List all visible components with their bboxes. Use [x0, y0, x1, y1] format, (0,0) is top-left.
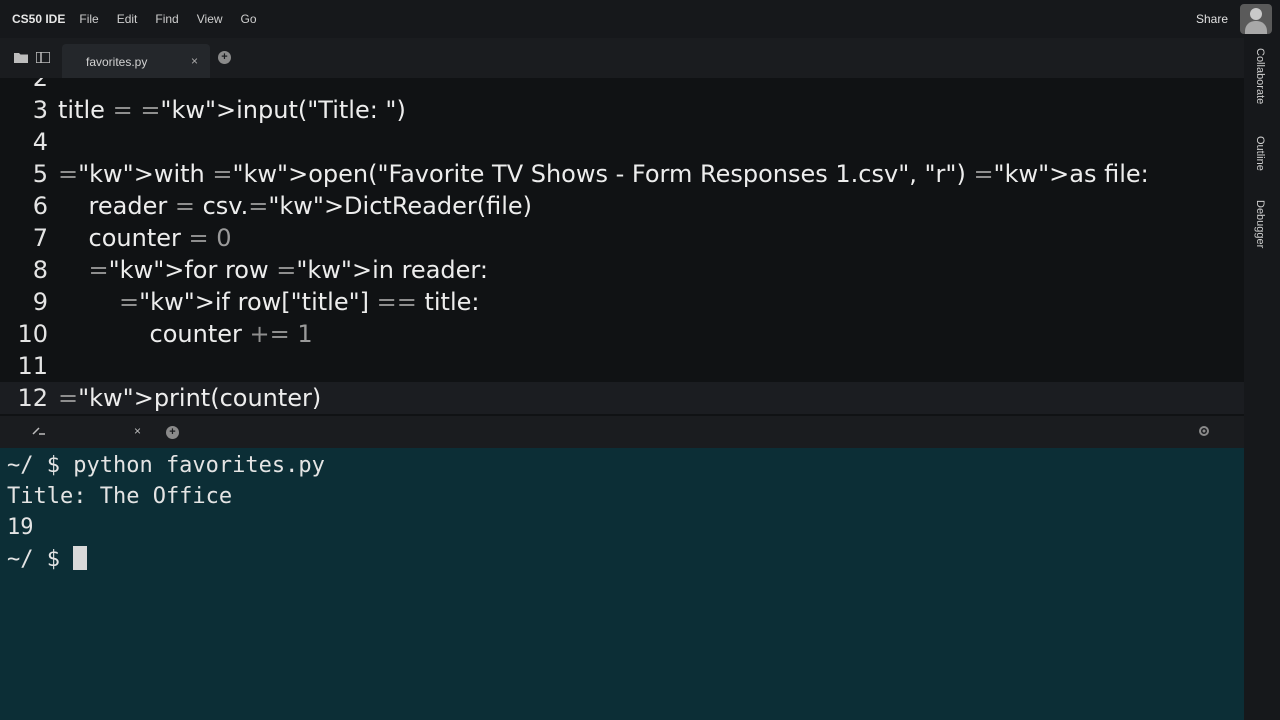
app-brand[interactable]: CS50 IDE [12, 12, 65, 26]
code-text: ="kw">print(counter) [58, 384, 322, 412]
panel-collaborate[interactable]: Collaborate [1254, 48, 1266, 104]
new-terminal-icon[interactable]: + [166, 426, 179, 439]
tab-label: favorites.py [86, 55, 148, 69]
code-line[interactable]: 5 ="kw">with ="kw">open("Favorite TV Show… [0, 158, 1244, 190]
close-tab-icon[interactable]: × [191, 54, 198, 68]
terminal-line: ~/ $ python favorites.py [7, 453, 325, 478]
menu-view[interactable]: View [197, 12, 223, 26]
code-text: title = ="kw">input("Title: ") [58, 96, 406, 124]
terminal-settings-icon[interactable] [1198, 425, 1210, 440]
line-number: 11 [17, 352, 48, 380]
share-button[interactable]: Share [1196, 12, 1228, 26]
line-number: 10 [17, 320, 48, 348]
menu-find[interactable]: Find [155, 12, 178, 26]
panel-outline[interactable]: Outline [1254, 136, 1266, 171]
code-text: counter += 1 [58, 320, 313, 348]
editor-tab-bar: favorites.py × + [0, 38, 1244, 78]
terminal-line: Title: The Office [7, 484, 233, 509]
avatar-head [1250, 8, 1262, 20]
terminal-tab-icon[interactable] [32, 424, 46, 438]
folder-icon[interactable] [14, 52, 28, 66]
code-line[interactable]: 11 [0, 350, 1244, 382]
code-line[interactable]: 2 [0, 78, 1244, 94]
panel-debugger[interactable]: Debugger [1254, 200, 1266, 248]
menu-file[interactable]: File [79, 12, 98, 26]
line-number: 8 [32, 256, 48, 284]
code-line[interactable]: 8 ="kw">for row ="kw">in reader: [0, 254, 1244, 286]
code-text: ="kw">if row["title"] == title: [119, 288, 480, 316]
line-number: 3 [32, 96, 48, 124]
code-line[interactable]: 7 counter = 0 [0, 222, 1244, 254]
code-line[interactable]: 3 title = ="kw">input("Title: ") [0, 94, 1244, 126]
new-tab-icon[interactable]: + [218, 51, 231, 64]
right-sidebar: Collaborate Outline Debugger [1244, 38, 1280, 720]
line-number: 9 [32, 288, 48, 316]
code-line[interactable]: 10 counter += 1 [0, 318, 1244, 350]
code-text: counter = 0 [58, 224, 232, 252]
code-text: reader = csv.="kw">DictReader(file) [58, 192, 533, 220]
line-number: 6 [32, 192, 48, 220]
code-text: ="kw">with ="kw">open("Favorite TV Shows… [58, 160, 1149, 188]
terminal-cursor [73, 546, 88, 570]
terminal[interactable]: ~/ $ python favorites.py Title: The Offi… [0, 448, 1244, 720]
line-number: 2 [32, 78, 48, 92]
file-tree-icon[interactable] [35, 51, 51, 66]
line-number: 5 [32, 160, 48, 188]
terminal-prompt: ~/ $ [7, 547, 74, 572]
line-number: 4 [32, 128, 48, 156]
tab-favorites-py[interactable]: favorites.py × [62, 44, 210, 78]
user-avatar[interactable] [1240, 4, 1272, 34]
line-number: 7 [32, 224, 48, 252]
code-editor[interactable]: 2 3 title = ="kw">input("Title: ") 4 5 ="kw">… [0, 78, 1244, 416]
menu-go[interactable]: Go [241, 12, 257, 26]
close-terminal-tab-icon[interactable]: × [134, 424, 141, 438]
terminal-line: 19 [7, 515, 34, 540]
code-line[interactable]: 6 reader = csv.="kw">DictReader(file) [0, 190, 1244, 222]
code-line[interactable]: 9 ="kw">if row["title"] == title: [0, 286, 1244, 318]
menu-bar: CS50 IDE File Edit Find View Go Share [0, 0, 1280, 38]
terminal-tab-bar: × + [0, 416, 1244, 448]
avatar-body [1245, 21, 1267, 34]
terminal-prompt-line[interactable]: ~/ $ [7, 544, 88, 575]
code-line[interactable]: 12 ="kw">print(counter) [0, 382, 1244, 414]
code-text: ="kw">for row ="kw">in reader: [88, 256, 488, 284]
menu-edit[interactable]: Edit [117, 12, 138, 26]
code-line[interactable]: 4 [0, 126, 1244, 158]
line-number: 12 [17, 384, 48, 412]
